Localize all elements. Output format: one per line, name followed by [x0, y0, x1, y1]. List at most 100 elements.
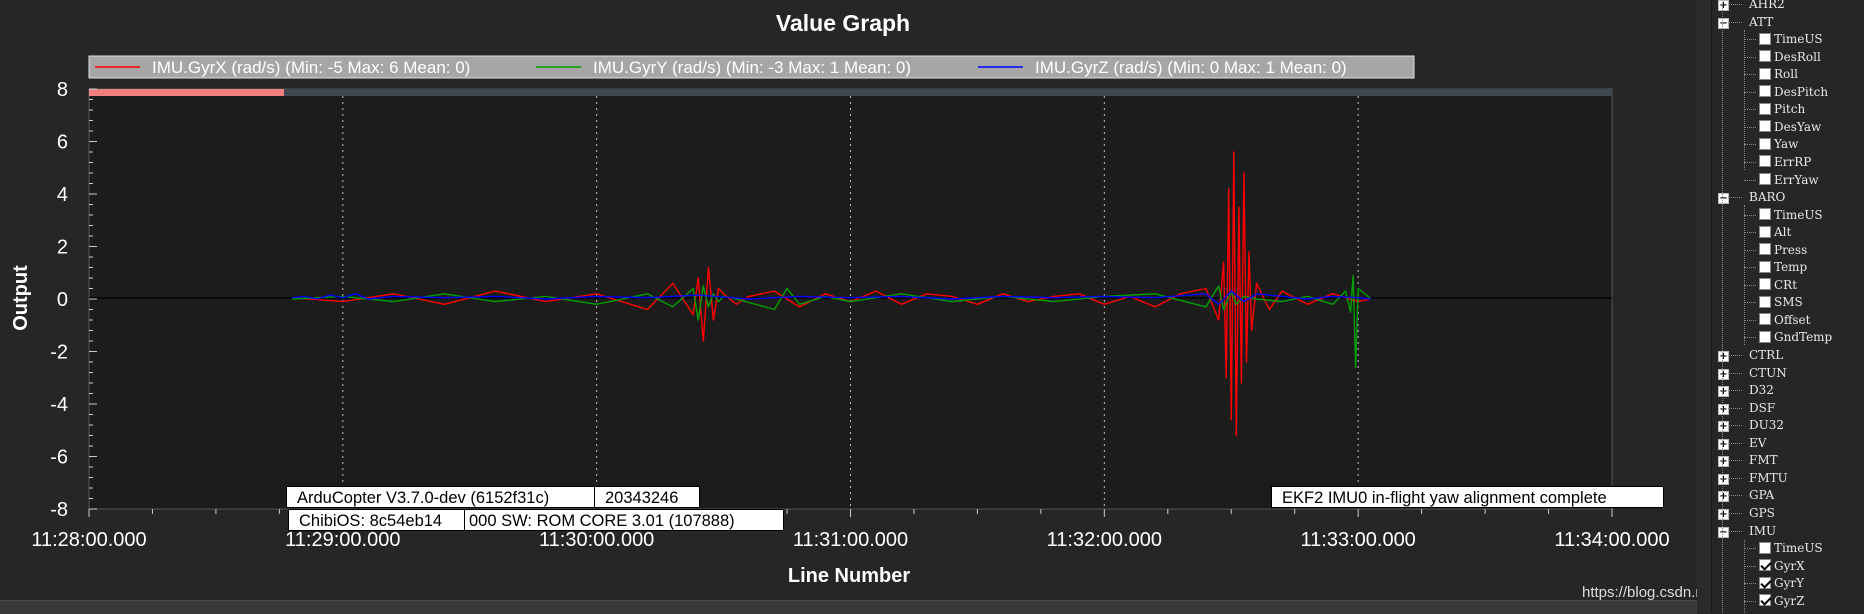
- tree-field-alt[interactable]: Alt: [1744, 224, 1791, 241]
- tree-item-label: ATT: [1749, 14, 1774, 29]
- x-axis-label: Line Number: [788, 565, 910, 587]
- expand-icon[interactable]: +: [1718, 351, 1729, 362]
- x-tick-label: 11:30:00.000: [539, 529, 654, 551]
- field-checkbox[interactable]: [1759, 243, 1771, 256]
- field-checkbox[interactable]: [1759, 576, 1771, 589]
- field-checkbox[interactable]: [1759, 173, 1771, 185]
- tree-connector: [1728, 372, 1742, 374]
- field-checkbox[interactable]: [1759, 85, 1771, 98]
- expand-icon[interactable]: +: [1718, 508, 1729, 520]
- tree-field-gndtemp[interactable]: GndTemp: [1744, 329, 1833, 346]
- tree-connector: [1744, 583, 1756, 585]
- field-checkbox[interactable]: [1759, 330, 1771, 343]
- y-axis-label: Output: [10, 265, 32, 331]
- x-tick-label: 11:34:00.000: [1554, 529, 1669, 551]
- tree-field-gyrz[interactable]: GyrZ: [1744, 593, 1804, 610]
- tree-group-gpa[interactable]: + GPA: [1718, 487, 1775, 504]
- tree-item-label: DU32: [1749, 418, 1785, 433]
- tree-group-imu[interactable]: − IMU: [1718, 523, 1776, 540]
- tree-field-erryaw[interactable]: ErrYaw: [1744, 172, 1819, 189]
- tree-connector: [1744, 56, 1756, 58]
- expand-icon[interactable]: +: [1718, 386, 1729, 398]
- tree-group-ctun[interactable]: + CTUN: [1718, 365, 1787, 382]
- selection-track[interactable]: [89, 89, 1612, 96]
- tree-group-ev[interactable]: + EV: [1718, 435, 1766, 452]
- x-tick-label: 11:32:00.000: [1047, 529, 1162, 551]
- tree-item-label: DesYaw: [1774, 119, 1822, 134]
- y-tick-label: 0: [57, 289, 68, 311]
- tree-field-sms[interactable]: SMS: [1744, 294, 1803, 311]
- expand-icon[interactable]: +: [1718, 491, 1729, 503]
- tree-field-timeus[interactable]: TimeUS: [1744, 31, 1823, 48]
- field-checkbox[interactable]: [1759, 155, 1771, 168]
- tree-field-pitch[interactable]: Pitch: [1744, 101, 1805, 118]
- expand-icon[interactable]: +: [1718, 0, 1729, 11]
- expand-icon[interactable]: +: [1718, 403, 1729, 415]
- tree-connector: [1744, 144, 1756, 146]
- tree-field-yaw[interactable]: Yaw: [1744, 136, 1798, 153]
- tree-group-gps[interactable]: + GPS: [1718, 505, 1775, 522]
- tree-item-label: DesRoll: [1774, 49, 1821, 64]
- tree-field-crt[interactable]: CRt: [1744, 277, 1797, 294]
- field-checkbox[interactable]: [1759, 102, 1771, 115]
- graph-area[interactable]: Value Graph IMU.GyrX (rad/s) (Min: -5 Ma…: [0, 0, 1697, 600]
- y-tick-label: 6: [57, 132, 68, 154]
- tree-group-baro[interactable]: − BARO: [1718, 189, 1785, 206]
- tree-item-label: GndTemp: [1774, 330, 1833, 345]
- selection-bar[interactable]: [89, 89, 284, 96]
- tree-connector: [1744, 161, 1756, 163]
- field-checkbox[interactable]: [1759, 225, 1771, 238]
- tree-field-roll[interactable]: Roll: [1744, 66, 1798, 83]
- tree-item-label: Press: [1774, 242, 1808, 257]
- field-checkbox[interactable]: [1759, 137, 1771, 150]
- tree-group-att[interactable]: − ATT: [1718, 14, 1774, 31]
- field-checkbox[interactable]: [1759, 295, 1771, 308]
- tree-field-gyry[interactable]: GyrY: [1744, 575, 1804, 592]
- tree-group-d32[interactable]: + D32: [1718, 382, 1774, 399]
- expand-icon[interactable]: +: [1718, 438, 1729, 450]
- tree-connector: [1744, 548, 1756, 550]
- tree-item-label: SMS: [1774, 295, 1803, 310]
- collapse-icon[interactable]: −: [1718, 193, 1729, 205]
- tree-connector: [1728, 197, 1742, 199]
- field-checkbox[interactable]: [1759, 594, 1771, 607]
- field-checkbox[interactable]: [1759, 260, 1771, 273]
- tree-field-temp[interactable]: Temp: [1744, 259, 1807, 276]
- tree-item-label: GPA: [1749, 488, 1775, 503]
- expand-icon[interactable]: +: [1718, 456, 1729, 468]
- tree-field-timeus[interactable]: TimeUS: [1744, 540, 1823, 557]
- tree-group-ctrl[interactable]: + CTRL: [1718, 347, 1783, 364]
- tree-group-fmt[interactable]: + FMT: [1718, 452, 1778, 469]
- tree-field-offset[interactable]: Offset: [1744, 312, 1810, 329]
- tree-group-dsf[interactable]: + DSF: [1718, 400, 1775, 417]
- tree-scrollbar[interactable]: [1697, 0, 1712, 613]
- field-checkbox[interactable]: [1759, 32, 1771, 45]
- expand-icon[interactable]: +: [1718, 473, 1729, 485]
- y-tick-label: 4: [57, 184, 68, 206]
- field-checkbox[interactable]: [1759, 208, 1771, 221]
- tree-field-gyrx[interactable]: GyrX: [1744, 558, 1805, 575]
- field-checkbox[interactable]: [1759, 50, 1771, 63]
- tree-connector: [1744, 91, 1756, 93]
- tree-field-timeus[interactable]: TimeUS: [1744, 207, 1823, 224]
- tree-field-desyaw[interactable]: DesYaw: [1744, 119, 1822, 136]
- field-checkbox[interactable]: [1759, 120, 1771, 133]
- tree-field-press[interactable]: Press: [1744, 242, 1808, 259]
- field-checkbox[interactable]: [1759, 541, 1771, 554]
- tree-field-errrp[interactable]: ErrRP: [1744, 154, 1811, 171]
- expand-icon[interactable]: +: [1718, 421, 1729, 433]
- expand-icon[interactable]: +: [1718, 368, 1729, 380]
- collapse-icon[interactable]: −: [1718, 17, 1729, 29]
- tree-field-desroll[interactable]: DesRoll: [1744, 49, 1821, 66]
- tree-group-fmtu[interactable]: + FMTU: [1718, 470, 1788, 487]
- tree-field-despitch[interactable]: DesPitch: [1744, 84, 1828, 101]
- tree-group-ahr2[interactable]: + AHR2: [1718, 0, 1785, 13]
- field-checkbox[interactable]: [1759, 559, 1771, 572]
- field-checkbox[interactable]: [1759, 313, 1771, 326]
- field-checkbox[interactable]: [1759, 67, 1771, 80]
- tree-item-label: GPS: [1749, 505, 1775, 520]
- tree-item-label: TimeUS: [1774, 32, 1823, 47]
- tree-group-du32[interactable]: + DU32: [1718, 417, 1785, 434]
- field-checkbox[interactable]: [1759, 278, 1771, 291]
- collapse-icon[interactable]: −: [1718, 526, 1729, 538]
